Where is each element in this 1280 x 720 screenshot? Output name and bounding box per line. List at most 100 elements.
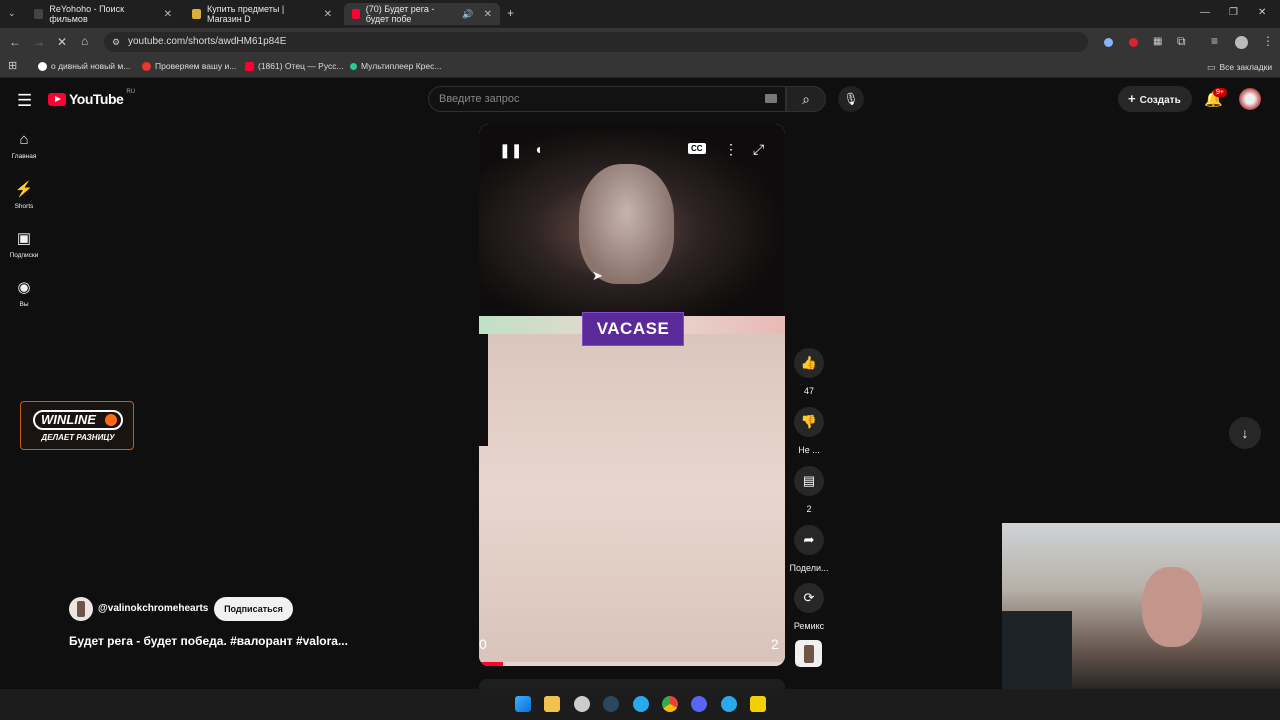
bookmark-item[interactable]: Проверяем вашу и... xyxy=(142,61,236,71)
media-control-icon[interactable]: ≡ xyxy=(1211,35,1218,47)
volume-icon[interactable]: ◖ xyxy=(534,141,542,157)
chrome-icon[interactable] xyxy=(662,696,678,712)
browser-tab-active[interactable]: (70) Будет рега - будет побе 🔊 ✕ xyxy=(344,3,500,25)
bookmark-item[interactable]: о дивный новый м... xyxy=(38,61,130,71)
next-short-button[interactable]: ↓ xyxy=(1229,417,1261,449)
site-info-icon[interactable]: ⚙ xyxy=(112,36,120,48)
webcam-overlay xyxy=(1002,523,1280,689)
url-text: youtube.com/shorts/awdHM61p84E xyxy=(128,36,287,47)
pause-icon[interactable]: ❚❚ xyxy=(499,142,522,159)
remix-button[interactable]: ⟳ Ремикс xyxy=(794,583,824,631)
sound-thumbnail[interactable] xyxy=(795,640,822,667)
youtube-logo[interactable]: YouTube RU xyxy=(48,89,135,107)
sidebar-item-shorts[interactable]: ⚡ Shorts xyxy=(4,180,44,210)
extension-icon[interactable] xyxy=(1104,38,1113,47)
tab-title: ReYohoho - Поиск фильмов xyxy=(49,4,125,24)
youtube-play-icon xyxy=(48,92,66,106)
forward-icon[interactable]: → xyxy=(33,36,45,48)
next-video-peek[interactable] xyxy=(479,679,785,689)
bookmark-favicon xyxy=(350,62,357,70)
vacase-overlay: VACASE xyxy=(582,312,684,346)
hud-number: 2 xyxy=(771,636,779,652)
sidebar-label: Shorts xyxy=(14,203,34,210)
keyboard-icon[interactable] xyxy=(765,94,777,103)
windows-start-icon[interactable] xyxy=(515,696,531,712)
app-icon[interactable] xyxy=(574,696,590,712)
channel-avatar[interactable] xyxy=(69,597,93,621)
sidebar-item-subscriptions[interactable]: ▣ Подписки xyxy=(4,229,44,259)
arrow-down-icon: ↓ xyxy=(1241,425,1249,441)
sidebar-item-home[interactable]: ⌂ Главная xyxy=(4,131,44,160)
browser-tab[interactable]: Купить предметы | Магазин D ✕ xyxy=(184,3,340,25)
steam-icon[interactable] xyxy=(603,696,619,712)
more-options-icon[interactable]: ⋮ xyxy=(724,141,738,158)
close-tab-icon[interactable]: ✕ xyxy=(484,9,492,20)
browser-tab[interactable]: ReYohoho - Поиск фильмов ✕ xyxy=(26,3,180,25)
address-bar[interactable]: ⚙ youtube.com/shorts/awdHM61p84E xyxy=(104,32,1088,52)
share-label: Подели... xyxy=(789,563,829,573)
menu-dots-icon[interactable]: ⋮ xyxy=(1262,35,1274,47)
winline-ad[interactable]: WINLINE ДЕЛАЕТ РАЗНИЦУ xyxy=(20,401,134,450)
search-button[interactable]: ⌕ xyxy=(786,86,826,112)
like-button[interactable]: 👍 47 xyxy=(794,348,824,396)
mouse-cursor: ➤ xyxy=(592,268,603,283)
tab-search-icon[interactable]: ⌄ xyxy=(8,7,16,19)
file-explorer-icon[interactable] xyxy=(544,696,560,712)
window-close-icon[interactable]: ✕ xyxy=(1258,7,1266,19)
webcam-monitor xyxy=(1002,611,1072,689)
youtube-logo-text: YouTube xyxy=(69,91,124,107)
plus-icon: + xyxy=(1128,91,1136,106)
comments-button[interactable]: ▤ 2 xyxy=(794,466,824,514)
video-black-edge xyxy=(479,334,488,446)
voice-search-button[interactable]: 🎙 xyxy=(838,86,864,112)
all-bookmarks-button[interactable]: ▭ Все закладки xyxy=(1207,61,1272,73)
close-tab-icon[interactable]: ✕ xyxy=(324,9,332,20)
new-tab-icon[interactable]: + xyxy=(507,7,514,19)
windows-taskbar xyxy=(0,689,1280,720)
video-progress-bar[interactable] xyxy=(479,662,785,666)
share-button[interactable]: ➦ Подели... xyxy=(789,525,829,573)
dislike-button[interactable]: 👎 Не ... xyxy=(794,407,824,455)
profile-avatar[interactable] xyxy=(1235,36,1248,49)
bookmark-favicon xyxy=(142,61,151,71)
apps-grid-icon[interactable]: ⊞ xyxy=(8,60,17,72)
sidebar-item-you[interactable]: ◉ Вы xyxy=(4,278,44,308)
maximize-icon[interactable]: ❐ xyxy=(1229,7,1238,19)
video-title[interactable]: Будет рега - будет победа. #валорант #va… xyxy=(69,634,348,648)
minimize-icon[interactable]: — xyxy=(1200,7,1210,19)
subscribe-button[interactable]: Подписаться xyxy=(214,597,293,621)
bookmark-item[interactable]: (1861) Отец — Русс... xyxy=(245,61,344,71)
account-avatar[interactable] xyxy=(1239,88,1261,110)
browser-tab-bar: ⌄ ReYohoho - Поиск фильмов ✕ Купить пред… xyxy=(0,0,1280,28)
home-icon[interactable]: ⌂ xyxy=(81,35,88,47)
channel-handle[interactable]: @valinokchromehearts xyxy=(98,603,208,614)
tab-favicon xyxy=(192,9,201,19)
bookmark-item[interactable]: Мультиплеер Крес... xyxy=(350,61,441,71)
extension-icon[interactable] xyxy=(1129,38,1138,47)
sidebar-label: Вы xyxy=(19,301,29,308)
telegram-icon[interactable] xyxy=(633,696,649,712)
create-label: Создать xyxy=(1139,95,1181,106)
region-code: RU xyxy=(126,89,135,95)
discord-icon[interactable] xyxy=(691,696,707,712)
ad-tagline: ДЕЛАЕТ РАЗНИЦУ xyxy=(41,433,115,442)
hamburger-menu-icon[interactable]: ☰ xyxy=(17,91,32,111)
shorts-video-player[interactable]: VACASE 0 2 ❚❚ ◖ CC ⋮ ⤢ xyxy=(479,124,785,666)
bookmark-favicon xyxy=(38,61,47,71)
telegram-icon[interactable] xyxy=(721,696,737,712)
back-icon[interactable]: ← xyxy=(9,36,21,48)
tab-audio-icon[interactable]: 🔊 xyxy=(462,8,473,20)
bookmark-favicon xyxy=(245,61,254,71)
sidebar-label: Подписки xyxy=(9,252,39,259)
comment-icon: ▤ xyxy=(794,466,824,496)
captions-icon[interactable]: CC xyxy=(688,143,706,154)
app-icon[interactable] xyxy=(750,696,766,712)
fullscreen-icon[interactable]: ⤢ xyxy=(753,141,764,158)
create-button[interactable]: + Создать xyxy=(1118,86,1192,112)
extensions-puzzle-icon[interactable]: ⧉ xyxy=(1177,35,1186,47)
close-tab-icon[interactable]: ✕ xyxy=(164,9,172,20)
search-input[interactable]: Введите запрос xyxy=(428,86,786,112)
stop-icon[interactable]: ✕ xyxy=(57,36,67,48)
extension-icon[interactable]: ▦ xyxy=(1153,36,1162,48)
comment-count: 2 xyxy=(806,504,812,514)
